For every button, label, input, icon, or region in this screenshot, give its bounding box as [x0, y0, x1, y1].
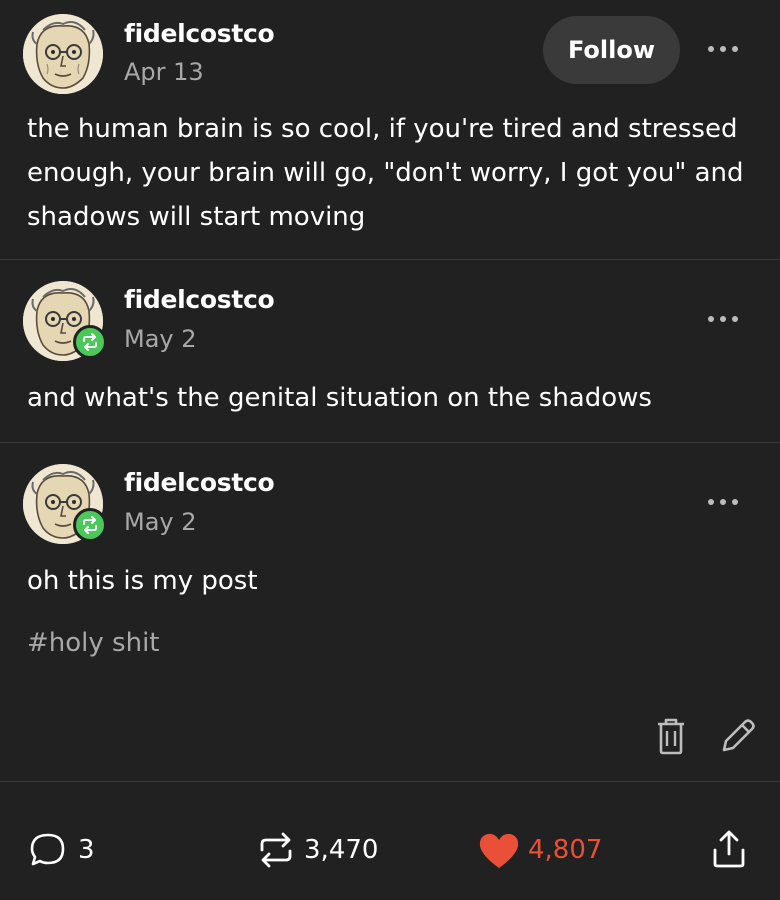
avatar[interactable]: [23, 14, 103, 94]
post-tag[interactable]: #holy shit: [27, 628, 160, 658]
reblog-count: 3,470: [304, 835, 379, 865]
heart-icon[interactable]: [478, 832, 520, 870]
post-body: the human brain is so cool, if you're ti…: [27, 114, 744, 232]
post-reblog: fidelcostco May 2 oh this is my post #ho…: [0, 442, 780, 780]
reblog-badge-icon: [73, 325, 107, 359]
edit-icon[interactable]: [718, 716, 758, 756]
more-icon[interactable]: [703, 39, 743, 59]
more-icon[interactable]: [703, 309, 743, 329]
post-date: May 2: [124, 325, 197, 353]
username[interactable]: fidelcostco: [124, 285, 275, 314]
reblog-icon[interactable]: [256, 830, 296, 870]
post-original: fidelcostco Apr 13 Follow the human brai…: [0, 0, 780, 260]
comment-icon[interactable]: [29, 832, 67, 868]
more-icon[interactable]: [703, 492, 743, 512]
like-count: 4,807: [528, 835, 603, 865]
post-footer: 3 3,470 4,807: [0, 782, 780, 900]
post-body: oh this is my post: [27, 566, 258, 596]
username[interactable]: fidelcostco: [124, 468, 275, 497]
reblog-badge-icon: [73, 508, 107, 542]
post-reblog: fidelcostco May 2 and what's the genital…: [0, 259, 780, 443]
post-date: May 2: [124, 508, 197, 536]
post-date: Apr 13: [124, 58, 204, 86]
post-body: and what's the genital situation on the …: [27, 383, 652, 413]
follow-button[interactable]: Follow: [543, 16, 680, 84]
delete-icon[interactable]: [654, 716, 688, 756]
share-icon[interactable]: [710, 828, 748, 870]
username[interactable]: fidelcostco: [124, 19, 275, 48]
comment-count: 3: [78, 835, 95, 865]
